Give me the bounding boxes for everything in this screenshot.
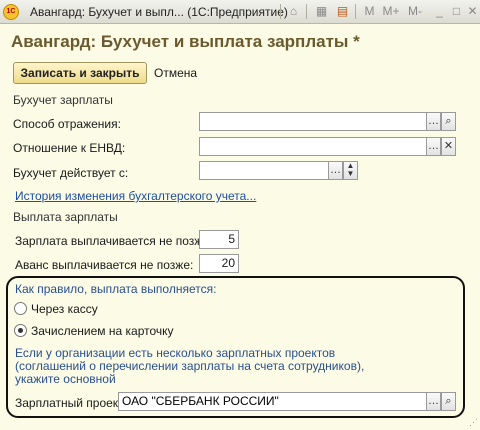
page-title: Авангард: Бухучет и выплата зарплаты * (11, 32, 360, 51)
window-titlebar: 1С Авангард: Бухучет и выпл... (1С:Предп… (0, 0, 480, 24)
toolbar-separator (306, 4, 307, 19)
method-field[interactable] (199, 112, 427, 131)
radio-cash-label[interactable]: Через кассу (31, 302, 98, 316)
payment-method-label: Как правило, выплата выполняется: (15, 282, 217, 296)
memory-m-minus-button[interactable]: M- (405, 3, 425, 20)
maximize-button[interactable]: □ (448, 3, 465, 20)
calculator-icon[interactable]: ▦ (313, 3, 330, 20)
salary-deadline-field[interactable]: 5 (199, 230, 239, 249)
method-label: Способ отражения: (13, 117, 121, 131)
project-note-line-3: укажите основной (15, 372, 116, 386)
home-icon[interactable]: ⌂ (285, 3, 302, 20)
select-button[interactable]: … (426, 112, 441, 131)
memory-m-button[interactable]: M (361, 3, 378, 20)
spin-arrows-icon[interactable]: ▲ ▼ (343, 161, 358, 180)
search-icon[interactable]: ⌕ (441, 392, 456, 411)
accounting-section-label: Бухучет зарплаты (13, 93, 113, 107)
envd-label: Отношение к ЕНВД: (13, 141, 126, 155)
cancel-button[interactable]: Отмена (154, 66, 197, 80)
effective-date-field[interactable] (199, 161, 329, 180)
toolbar-separator (280, 4, 281, 19)
minimize-button[interactable]: _ (431, 3, 448, 20)
salary-project-label: Зарплатный проект: (15, 396, 128, 410)
salary-project-field[interactable]: ОАО "СБЕРБАНК РОССИИ" (118, 392, 427, 411)
clear-icon[interactable]: ✕ (441, 137, 456, 156)
effective-date-label: Бухучет действует с: (13, 166, 129, 180)
select-button[interactable]: … (426, 392, 441, 411)
history-link[interactable]: История изменения бухгалтерского учета..… (15, 189, 256, 203)
memory-m-plus-button[interactable]: M+ (381, 3, 401, 20)
close-icon[interactable]: ✕ (464, 3, 480, 20)
select-button[interactable]: … (426, 137, 441, 156)
select-button[interactable]: … (328, 161, 343, 180)
payment-section-label: Выплата зарплаты (13, 210, 118, 224)
search-icon[interactable]: ⌕ (441, 112, 456, 131)
radio-cash[interactable] (14, 302, 27, 315)
toolbar-separator (355, 4, 356, 19)
project-note-line-1: Если у организации есть несколько зарпла… (15, 346, 336, 360)
advance-deadline-label: Аванс выплачивается не позже: (15, 258, 194, 272)
salary-deadline-label: Зарплата выплачивается не позже: (15, 234, 213, 248)
calendar-icon[interactable]: ▤ (334, 3, 351, 20)
radio-card[interactable] (14, 324, 27, 337)
window-title: Авангард: Бухучет и выпл... (1С:Предприя… (30, 5, 288, 19)
resize-grip-icon[interactable]: ⋰ (469, 417, 478, 428)
radio-card-label[interactable]: Зачислением на карточку (31, 324, 174, 338)
project-note-line-2: (соглашений о перечислении зарплаты на с… (15, 359, 365, 373)
save-and-close-button[interactable]: Записать и закрыть (13, 62, 147, 84)
advance-deadline-field[interactable]: 20 (199, 254, 239, 273)
envd-field[interactable] (199, 137, 427, 156)
app-logo-icon: 1С (3, 4, 19, 20)
